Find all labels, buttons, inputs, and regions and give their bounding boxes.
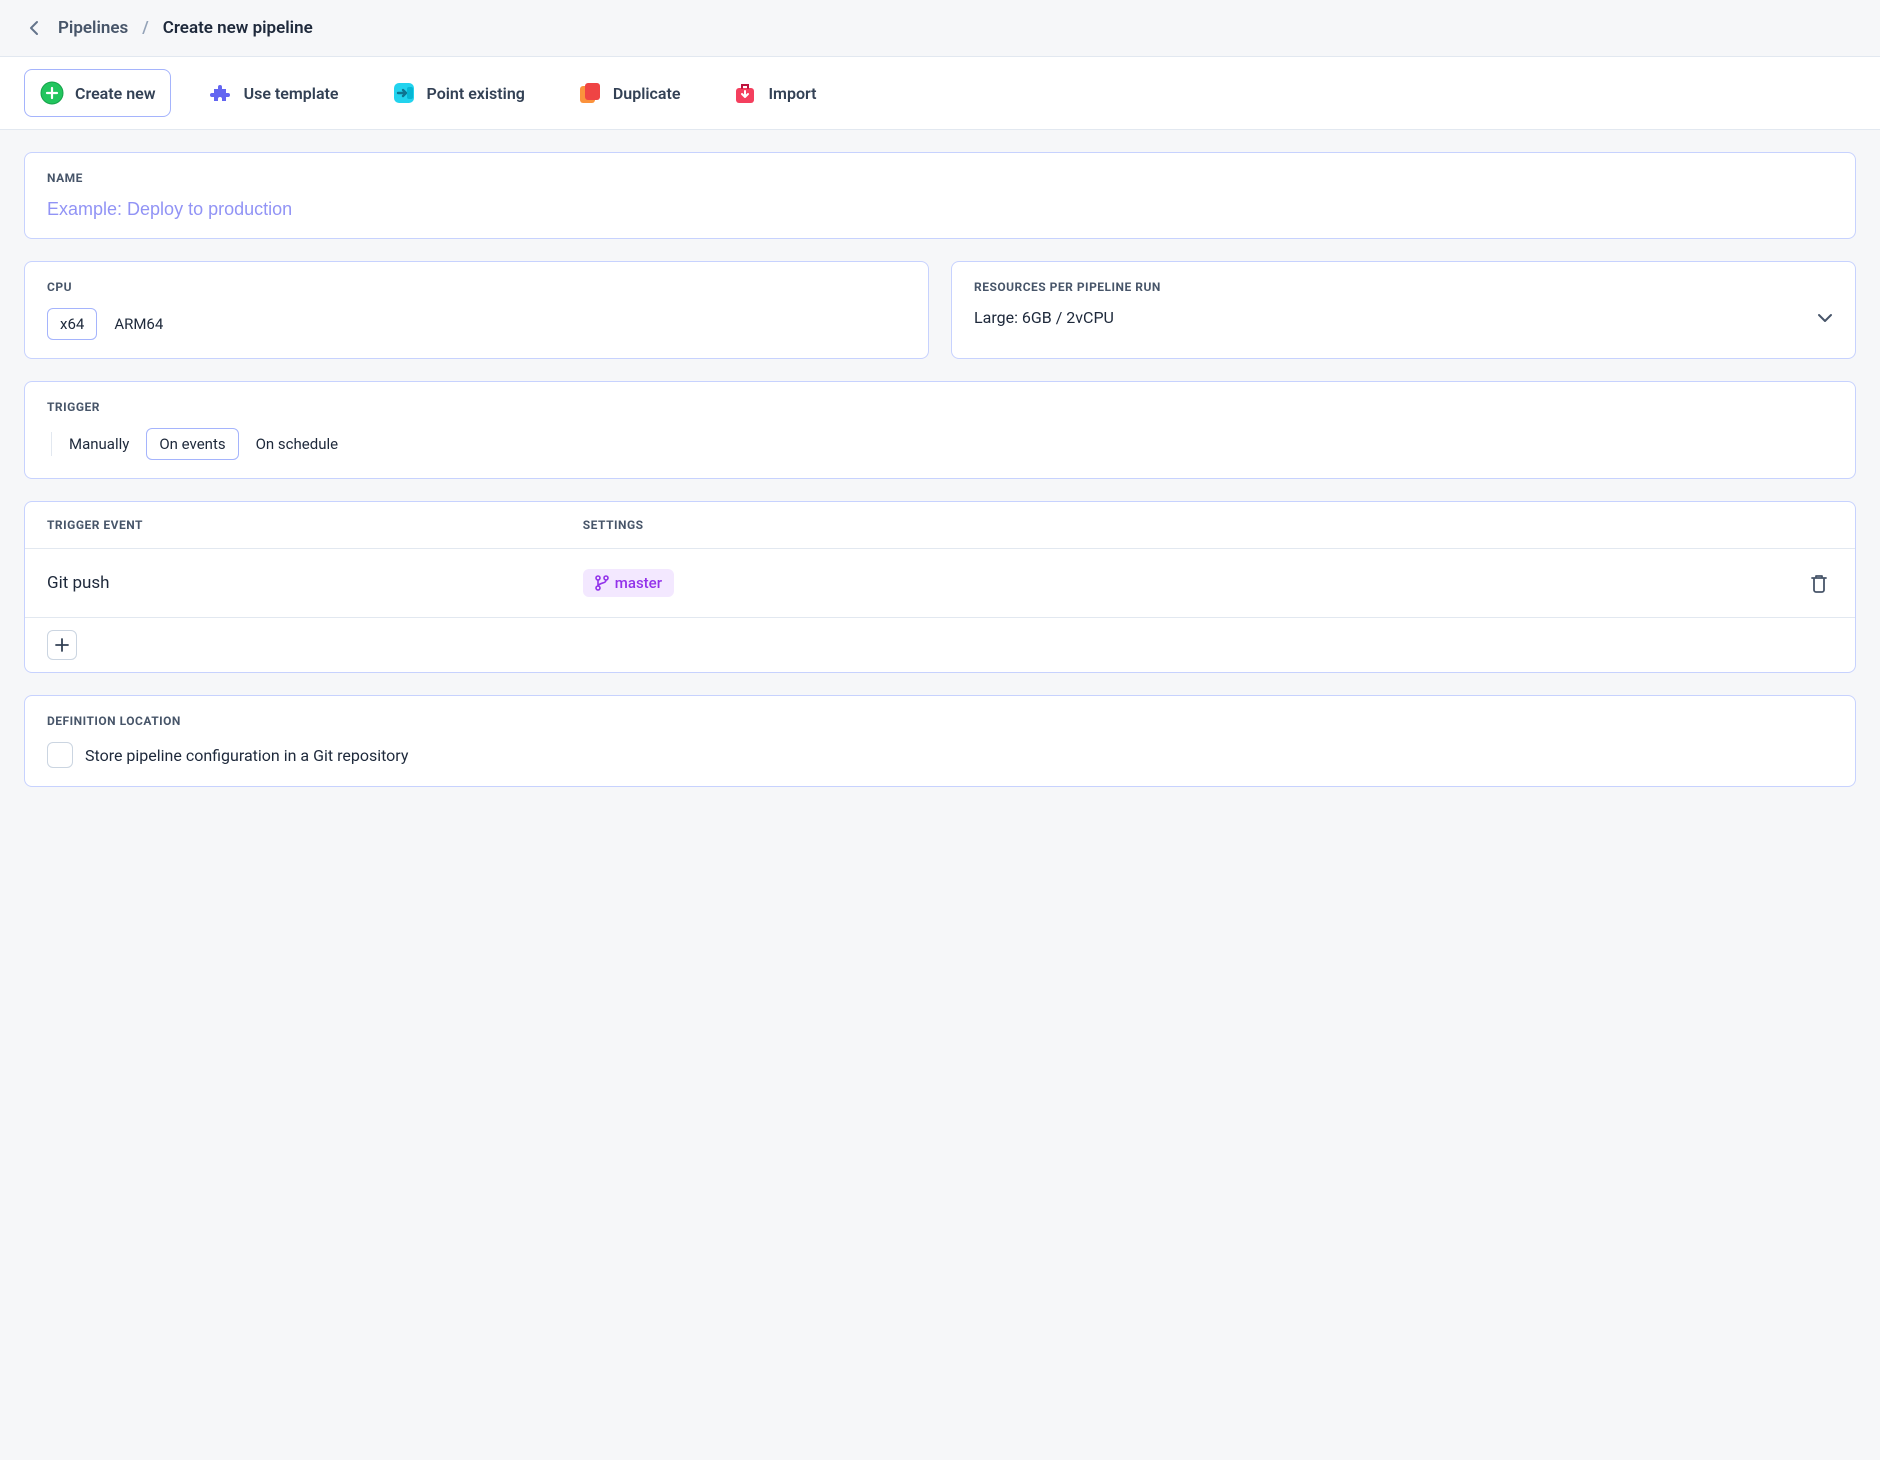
breadcrumb: Pipelines / Create new pipeline xyxy=(58,18,313,38)
breadcrumb-separator: / xyxy=(142,18,148,38)
tabs-bar: Create new Use template Point existing D… xyxy=(0,56,1880,130)
delete-event-button[interactable] xyxy=(1805,569,1833,597)
definition-checkbox-label: Store pipeline configuration in a Git re… xyxy=(85,746,408,765)
chevron-down-icon xyxy=(1817,313,1833,323)
chevron-left-icon xyxy=(29,20,39,36)
event-name: Git push xyxy=(47,573,583,593)
events-header: TRIGGER EVENT SETTINGS xyxy=(25,502,1855,549)
trigger-options: Manually On events On schedule xyxy=(47,428,1833,460)
tab-label: Use template xyxy=(244,84,339,103)
definition-label: DEFINITION LOCATION xyxy=(47,714,1833,728)
tab-import[interactable]: Import xyxy=(717,69,831,117)
trigger-option-on-schedule[interactable]: On schedule xyxy=(243,428,351,460)
tab-duplicate[interactable]: Duplicate xyxy=(562,69,696,117)
breadcrumb-current: Create new pipeline xyxy=(163,18,313,38)
puzzle-icon xyxy=(208,80,234,106)
git-branch-icon xyxy=(595,575,609,591)
cpu-card: CPU x64 ARM64 xyxy=(24,261,929,359)
plus-circle-icon xyxy=(39,80,65,106)
import-icon xyxy=(732,80,758,106)
header-trigger-event: TRIGGER EVENT xyxy=(47,518,583,532)
trigger-label: TRIGGER xyxy=(47,400,1833,414)
tab-label: Duplicate xyxy=(613,84,681,103)
resources-value: Large: 6GB / 2vCPU xyxy=(974,308,1114,327)
tab-point-existing[interactable]: Point existing xyxy=(376,69,540,117)
definition-card: DEFINITION LOCATION Store pipeline confi… xyxy=(24,695,1856,787)
branch-pill[interactable]: master xyxy=(583,569,674,597)
header-settings: SETTINGS xyxy=(583,518,1833,532)
name-card: NAME xyxy=(24,152,1856,239)
content-area: NAME CPU x64 ARM64 RESOURCES PER PIPELIN… xyxy=(0,130,1880,809)
name-input[interactable] xyxy=(47,199,1833,220)
events-card: TRIGGER EVENT SETTINGS Git push master xyxy=(24,501,1856,673)
branch-name: master xyxy=(615,574,662,592)
tab-label: Point existing xyxy=(427,84,525,103)
tab-use-template[interactable]: Use template xyxy=(193,69,354,117)
definition-checkbox-row: Store pipeline configuration in a Git re… xyxy=(47,742,1833,768)
page-header: Pipelines / Create new pipeline xyxy=(0,0,1880,56)
name-label: NAME xyxy=(47,171,1833,185)
resources-card: RESOURCES PER PIPELINE RUN Large: 6GB / … xyxy=(951,261,1856,359)
resources-label: RESOURCES PER PIPELINE RUN xyxy=(974,280,1833,294)
tab-create-new[interactable]: Create new xyxy=(24,69,171,117)
back-button[interactable] xyxy=(24,18,44,38)
plus-icon xyxy=(55,638,69,652)
arrow-into-box-icon xyxy=(391,80,417,106)
cpu-option-x64[interactable]: x64 xyxy=(47,308,97,340)
event-row[interactable]: Git push master xyxy=(25,549,1855,618)
divider xyxy=(51,432,52,456)
breadcrumb-root[interactable]: Pipelines xyxy=(58,18,128,38)
trigger-card: TRIGGER Manually On events On schedule xyxy=(24,381,1856,479)
duplicate-icon xyxy=(577,80,603,106)
trigger-option-manually[interactable]: Manually xyxy=(56,428,142,460)
add-event-button[interactable] xyxy=(47,630,77,660)
resources-dropdown[interactable]: Large: 6GB / 2vCPU xyxy=(974,308,1833,327)
definition-checkbox[interactable] xyxy=(47,742,73,768)
cpu-label: CPU xyxy=(47,280,906,294)
tab-label: Import xyxy=(768,84,816,103)
trigger-option-on-events[interactable]: On events xyxy=(146,428,238,460)
cpu-option-arm64[interactable]: ARM64 xyxy=(101,308,176,340)
add-event-row xyxy=(25,618,1855,672)
tab-label: Create new xyxy=(75,84,156,103)
trash-icon xyxy=(1810,573,1828,593)
cpu-options: x64 ARM64 xyxy=(47,308,906,340)
